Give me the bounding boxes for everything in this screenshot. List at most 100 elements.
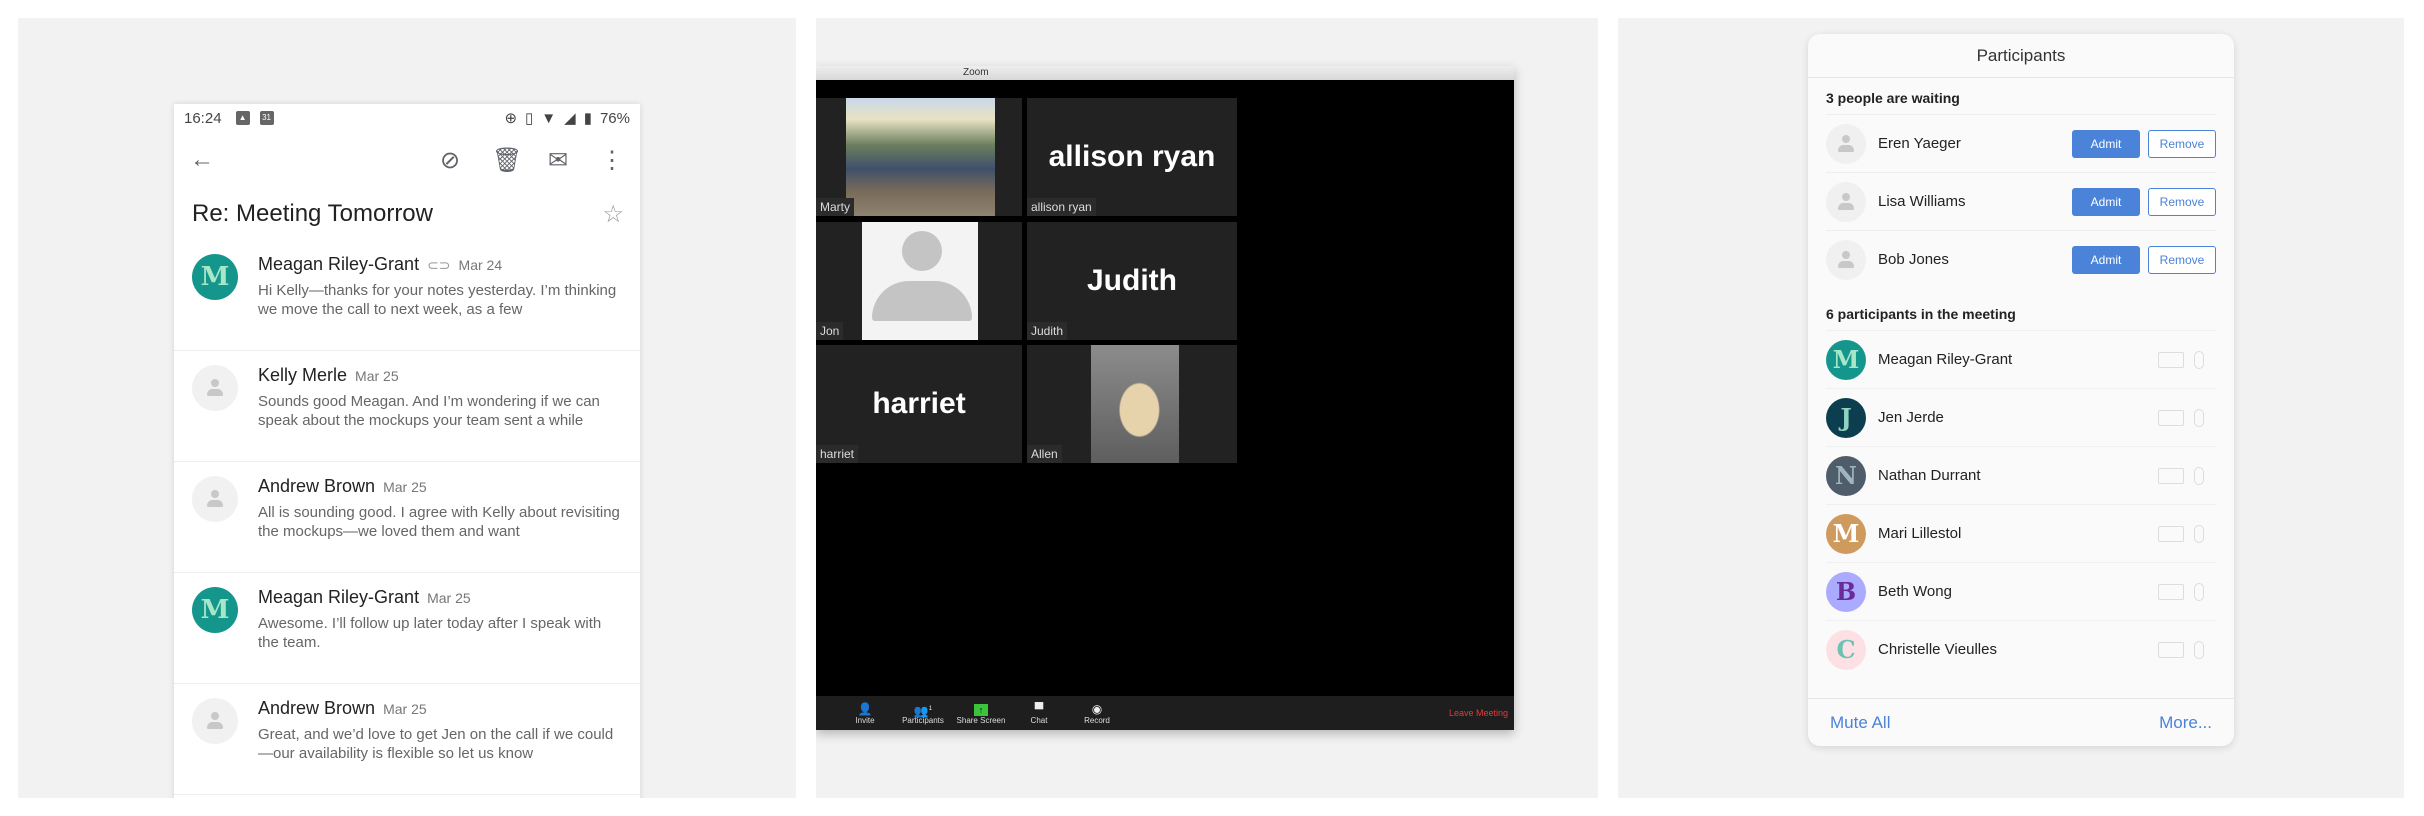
mark-unread-icon[interactable]: ✉ bbox=[546, 146, 570, 175]
participants-icon: 👥1 bbox=[913, 703, 933, 718]
more-vert-icon[interactable]: ⋮ bbox=[600, 146, 624, 175]
mute-all-button[interactable]: Mute All bbox=[1830, 713, 1890, 733]
app-bar: ← ⊘ 🗑 ✉ ⋮ bbox=[174, 132, 640, 188]
message-snippet: All is sounding good. I agree with Kelly… bbox=[258, 504, 620, 540]
meeting-toolbar: 👤 Invite 👥1 Participants ↑ Share Screen ▀ Chat ◉… bbox=[816, 696, 1514, 730]
waiting-participant-row: Bob Jones Admit Remove bbox=[1826, 230, 2216, 288]
video-camera-icon[interactable] bbox=[2158, 583, 2184, 600]
admit-button[interactable]: Admit bbox=[2072, 187, 2140, 216]
share-screen-button[interactable]: ↑ Share Screen bbox=[952, 702, 1010, 725]
participants-panel: Participants 3 people are waiting Eren Y… bbox=[1618, 18, 2404, 798]
gmail-phone: 16:24 ▲ 31 ⊕ ▯ ▼ ◢ ▮ 76% ← ⊘ 🗑 ✉ ⋮ Re: M bbox=[174, 104, 640, 798]
video-tile[interactable]: Judith Judith bbox=[1027, 222, 1237, 340]
message-body: Andrew Brown Mar 25 All is sounding good… bbox=[258, 476, 622, 572]
microphone-icon[interactable] bbox=[2194, 466, 2204, 485]
meeting-participant-row[interactable]: M Mari Lillestol bbox=[1826, 504, 2216, 562]
meeting-participant-row[interactable]: N Nathan Durrant bbox=[1826, 446, 2216, 504]
status-time: 16:24 bbox=[184, 109, 222, 127]
remove-button[interactable]: Remove bbox=[2148, 187, 2216, 216]
participant-name: Bob Jones bbox=[1878, 251, 1949, 268]
share-screen-icon: ↑ bbox=[974, 703, 988, 716]
remove-button[interactable]: Remove bbox=[2148, 245, 2216, 274]
video-camera-icon[interactable] bbox=[2158, 409, 2184, 426]
message-date: Mar 25 bbox=[355, 368, 399, 384]
waiting-list: Eren Yaeger Admit Remove Lisa Williams A… bbox=[1808, 114, 2234, 288]
toolbar-button-label: Share Screen bbox=[956, 715, 1006, 725]
data-saver-icon: ⊕ bbox=[504, 110, 518, 127]
admit-button[interactable]: Admit bbox=[2072, 245, 2140, 274]
meeting-participant-row[interactable]: J Jen Jerde bbox=[1826, 388, 2216, 446]
message-snippet: Great, and we’d love to get Jen on the c… bbox=[258, 726, 614, 762]
record-button[interactable]: ◉ Record bbox=[1068, 702, 1126, 725]
participant-avatar: M bbox=[1826, 513, 1866, 554]
microphone-icon[interactable] bbox=[2194, 582, 2204, 601]
admit-button[interactable]: Admit bbox=[2072, 129, 2140, 158]
chat-button[interactable]: ▀ Chat bbox=[1010, 702, 1068, 725]
message-header: Andrew Brown Mar 25 bbox=[258, 476, 622, 497]
participant-name-label: allison ryan bbox=[1027, 198, 1096, 216]
video-camera-icon[interactable] bbox=[2158, 641, 2184, 658]
message-header: Kelly Merle Mar 25 bbox=[258, 365, 622, 386]
participant-name-label: Allen bbox=[1027, 445, 1062, 463]
video-camera-icon[interactable] bbox=[2158, 525, 2184, 542]
more-button[interactable]: More... bbox=[2159, 713, 2212, 733]
participant-avatar: B bbox=[1826, 571, 1866, 612]
participant-name-label: harriet bbox=[816, 445, 859, 463]
person-icon bbox=[862, 231, 978, 331]
invite-button[interactable]: 👤 Invite bbox=[836, 702, 894, 725]
meeting-participant-row[interactable]: C Christelle Vieulles bbox=[1826, 620, 2216, 678]
leave-meeting-button[interactable]: Leave Meeting bbox=[1449, 708, 1508, 718]
wifi-icon: ▼ bbox=[541, 109, 557, 127]
waiting-section-title: 3 people are waiting bbox=[1826, 90, 1960, 106]
message-item[interactable]: M Meagan Riley-Grant ⊂⊃ Mar 24 Hi Kelly—… bbox=[174, 240, 640, 351]
video-tile[interactable]: harriet harriet bbox=[816, 345, 1022, 463]
participants-button[interactable]: 👥1 Participants bbox=[894, 702, 952, 725]
participant-name-label: Jon bbox=[816, 322, 844, 340]
participant-name: Meagan Riley-Grant bbox=[1878, 351, 2013, 368]
remove-button[interactable]: Remove bbox=[2148, 129, 2216, 158]
participant-count-badge: 1 bbox=[928, 705, 933, 712]
video-tile[interactable]: Marty bbox=[816, 98, 1022, 216]
message-item[interactable]: Kelly Merle Mar 25 Sounds good Meagan. A… bbox=[174, 351, 640, 462]
microphone-icon[interactable] bbox=[2194, 408, 2204, 427]
message-item[interactable]: Andrew Brown Mar 25 Great, and we’d love… bbox=[174, 684, 640, 795]
delete-icon[interactable]: 🗑 bbox=[492, 146, 522, 175]
waiting-participant-row: Eren Yaeger Admit Remove bbox=[1826, 114, 2216, 172]
message-item[interactable]: M Meagan Riley-Grant Mar 25 Awesome. I’l… bbox=[174, 573, 640, 684]
participants-footer: Mute All More... bbox=[1808, 698, 2234, 746]
video-tile[interactable]: Jon bbox=[816, 222, 1022, 340]
signal-icon: ◢ bbox=[564, 110, 576, 127]
record-icon: ◉ bbox=[1091, 701, 1103, 716]
gmail-panel: 16:24 ▲ 31 ⊕ ▯ ▼ ◢ ▮ 76% ← ⊘ 🗑 ✉ ⋮ Re: M bbox=[18, 18, 796, 798]
participant-name-label: Judith bbox=[1027, 322, 1068, 340]
no-video-placeholder bbox=[862, 222, 978, 340]
sender-name: Andrew Brown bbox=[258, 476, 376, 496]
video-camera-icon[interactable] bbox=[2158, 351, 2184, 368]
message-item[interactable]: Andrew Brown Mar 25 All is sounding good… bbox=[174, 462, 640, 573]
video-tile[interactable]: Allen bbox=[1027, 345, 1237, 463]
microphone-icon[interactable] bbox=[2194, 524, 2204, 543]
participant-avatar: N bbox=[1826, 455, 1866, 496]
person-icon bbox=[1838, 250, 1854, 269]
microphone-icon[interactable] bbox=[2194, 640, 2204, 659]
participant-name: Eren Yaeger bbox=[1878, 135, 1961, 152]
label-off-icon[interactable]: ⊘ bbox=[438, 146, 462, 175]
star-icon[interactable]: ☆ bbox=[602, 200, 624, 229]
message-body: Meagan Riley-Grant Mar 25 Awesome. I’ll … bbox=[258, 587, 622, 683]
back-arrow-icon[interactable]: ← bbox=[190, 146, 214, 174]
meeting-participant-row[interactable]: M Meagan Riley-Grant bbox=[1826, 330, 2216, 388]
meeting-participant-row[interactable]: B Beth Wong bbox=[1826, 562, 2216, 620]
video-camera-icon[interactable] bbox=[2158, 467, 2184, 484]
default-avatar bbox=[192, 698, 238, 744]
default-avatar bbox=[1826, 239, 1866, 280]
chat-icon: ▀ bbox=[1034, 701, 1044, 716]
person-icon bbox=[1838, 192, 1854, 211]
message-date: Mar 25 bbox=[427, 590, 471, 606]
message-date: Mar 25 bbox=[383, 701, 427, 717]
message-header: Meagan Riley-Grant ⊂⊃ Mar 24 bbox=[258, 254, 622, 275]
invite-icon: 👤 bbox=[857, 701, 873, 716]
person-icon bbox=[207, 490, 223, 508]
meeting-section-title: 6 participants in the meeting bbox=[1826, 306, 2016, 322]
video-tile[interactable]: allison ryan allison ryan bbox=[1027, 98, 1237, 216]
microphone-icon[interactable] bbox=[2194, 350, 2204, 369]
